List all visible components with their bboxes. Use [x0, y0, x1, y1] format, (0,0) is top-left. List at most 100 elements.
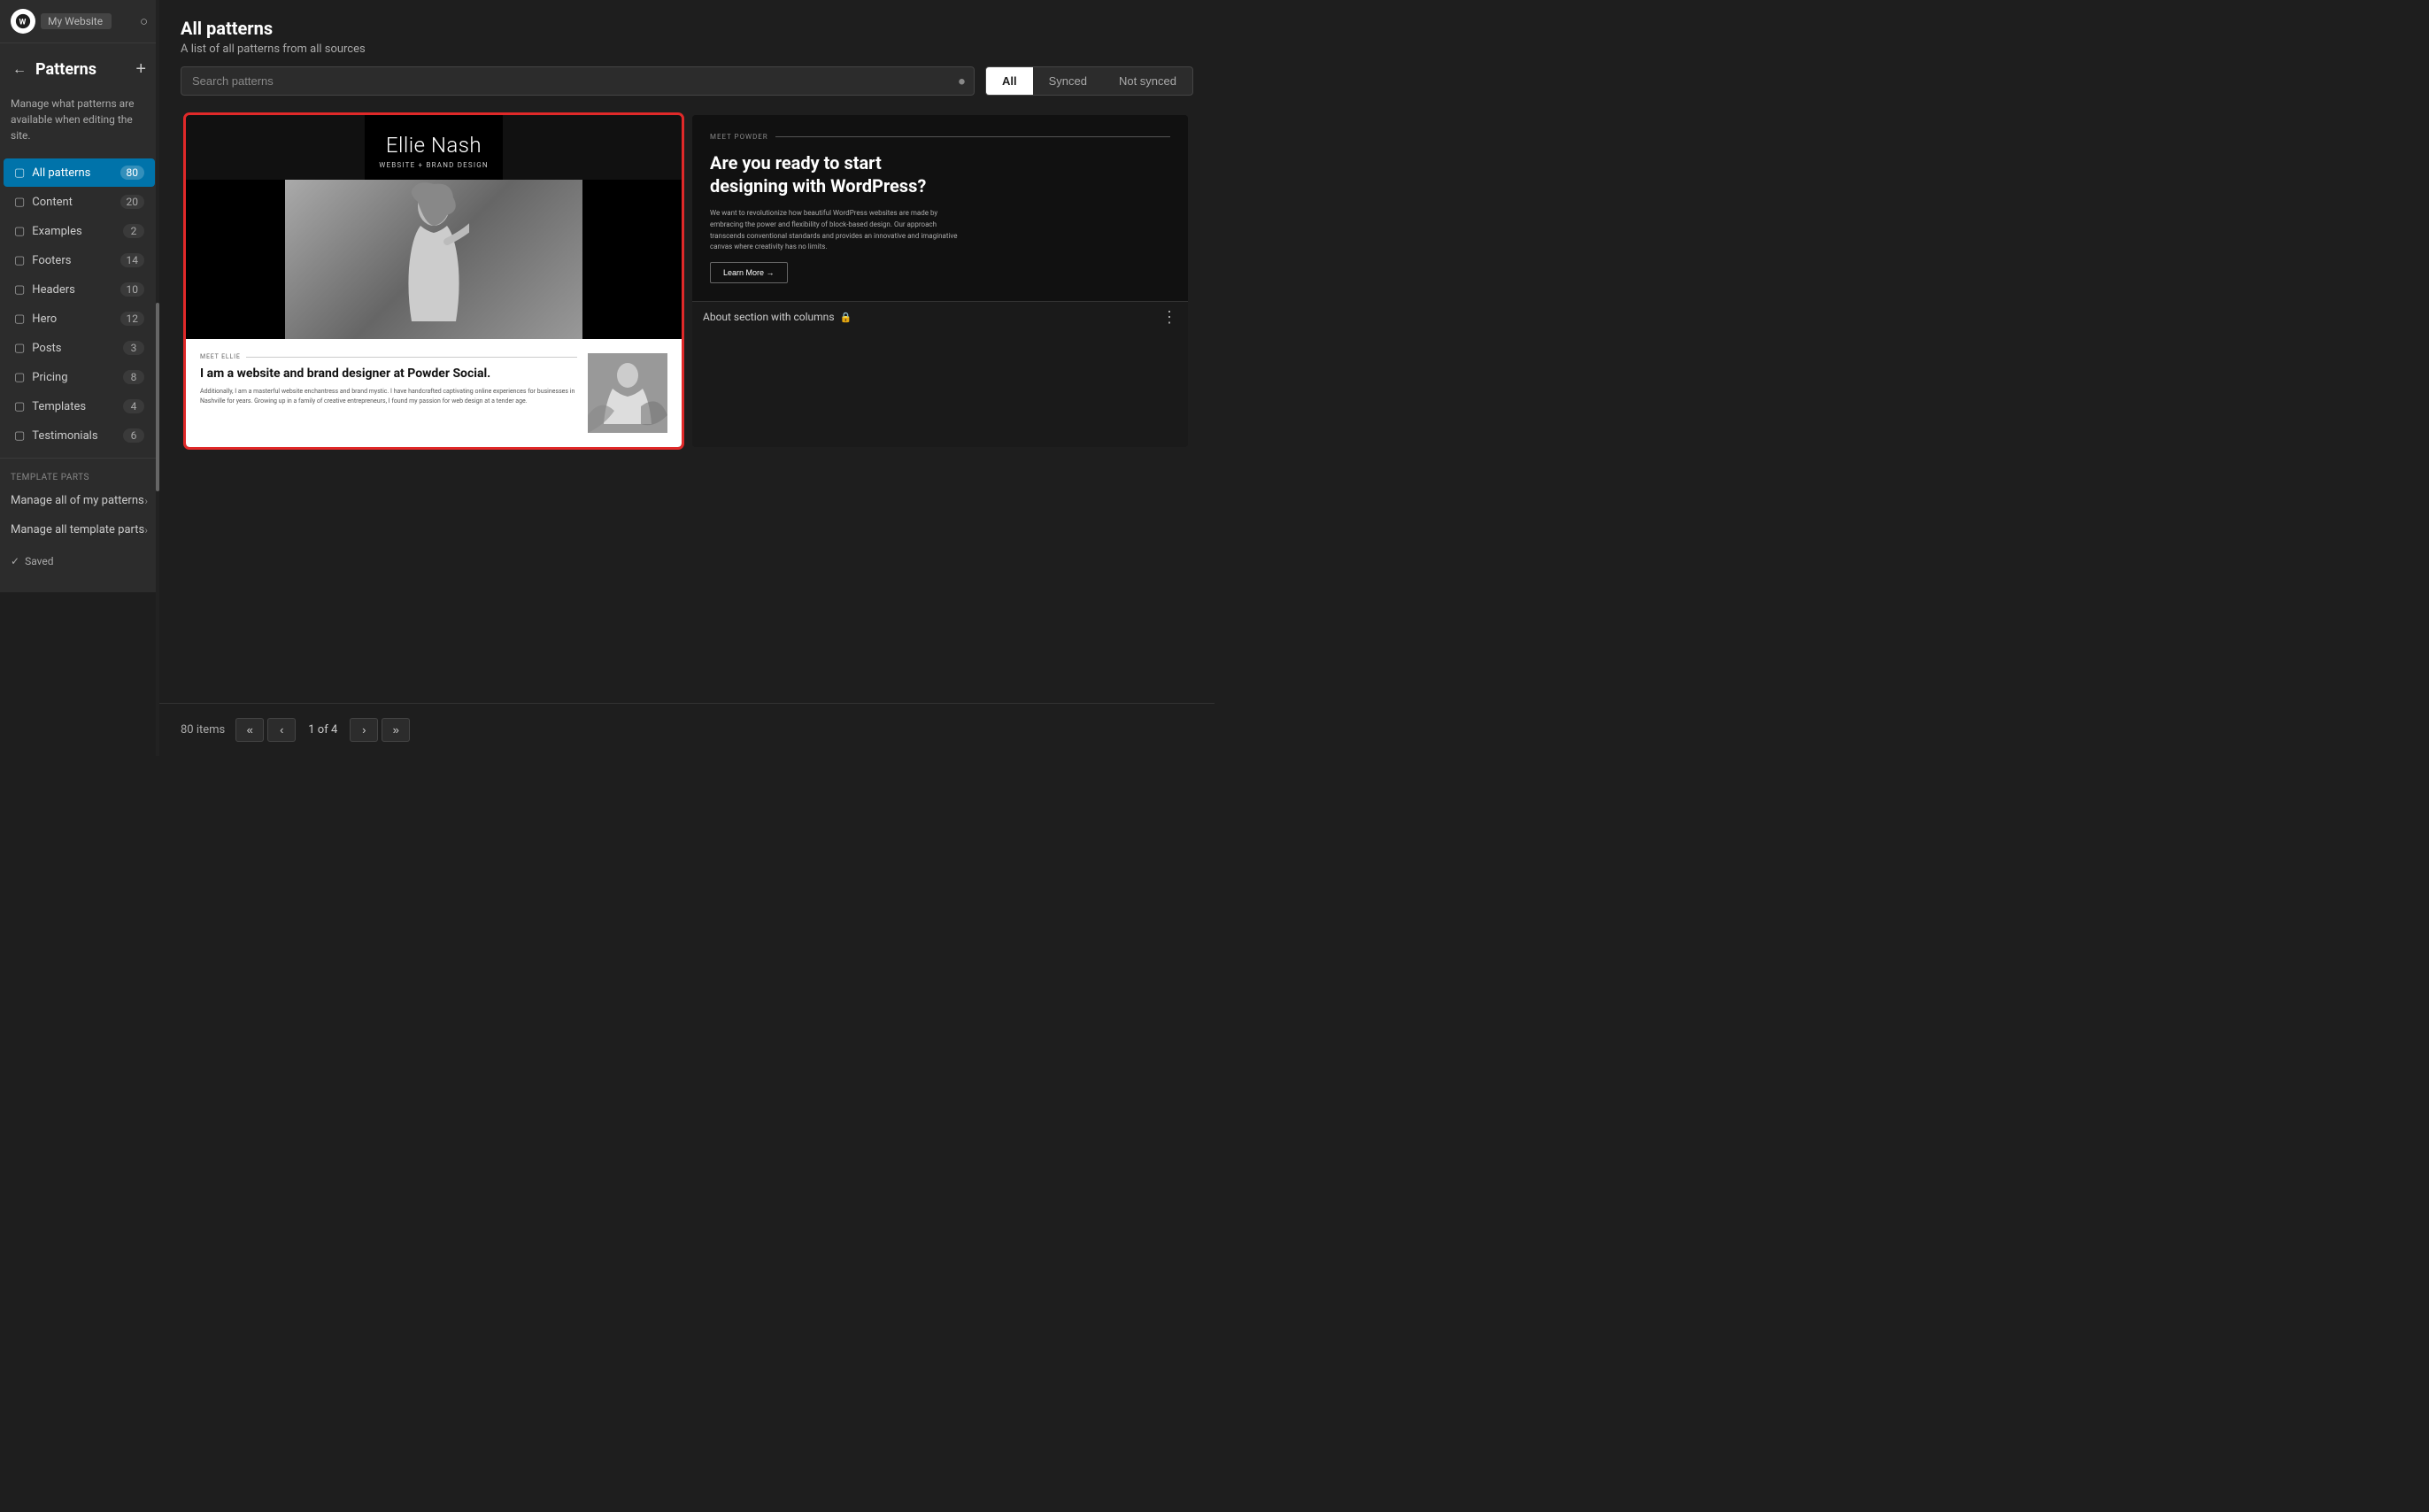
- page-subtitle: A list of all patterns from all sources: [181, 42, 1193, 56]
- about-para: We want to revolutionize how beautiful W…: [710, 208, 963, 253]
- sidebar-description: Manage what patterns are available when …: [0, 89, 158, 158]
- scroll-track: [156, 0, 159, 756]
- sidebar-label-footers: Footers: [32, 254, 71, 267]
- sidebar-count-hero: 12: [120, 312, 145, 326]
- ellie-nash-header: Ellie Nash WEBSITE + BRAND DESIGN: [365, 115, 503, 180]
- sidebar-item-all-patterns[interactable]: ▢ All patterns 80: [4, 158, 155, 187]
- sidebar-label-testimonials: Testimonials: [32, 429, 97, 443]
- sidebar-item-testimonials[interactable]: ▢ Testimonials 6: [4, 421, 155, 450]
- sidebar-item-footers[interactable]: ▢ Footers 14: [4, 246, 155, 274]
- sidebar-label-templates: Templates: [32, 400, 86, 413]
- sidebar-count-pricing: 8: [123, 370, 144, 384]
- items-count: 80 items: [181, 723, 225, 737]
- sidebar-nav: ▢ All patterns 80 ▢ Content 20 ▢ Example…: [0, 158, 158, 451]
- sidebar-count-all-patterns: 80: [120, 166, 145, 180]
- folder-icon-footers: ▢: [14, 254, 25, 267]
- search-wrap: ●: [181, 66, 975, 96]
- filter-bar: ● All Synced Not synced: [159, 66, 1214, 110]
- sidebar-label-all-patterns: All patterns: [32, 166, 90, 180]
- ellie-bottom-photo-area: [588, 353, 667, 433]
- prev-page-button[interactable]: ‹: [267, 718, 296, 742]
- about-section-title: About section with columns: [703, 311, 835, 323]
- topbar: All patterns A list of all patterns from…: [159, 0, 1214, 66]
- sidebar-title: Patterns: [35, 60, 96, 79]
- learn-more-button[interactable]: Learn More →: [710, 262, 788, 283]
- folder-icon-headers: ▢: [14, 283, 25, 297]
- saved-checkmark: ✓: [11, 555, 19, 567]
- sidebar-count-testimonials: 6: [123, 428, 144, 443]
- pattern-card-ellie-nash[interactable]: Ellie Nash WEBSITE + BRAND DESIGN: [186, 115, 682, 447]
- about-heading: Are you ready to start designing with Wo…: [710, 151, 963, 197]
- sidebar-item-content[interactable]: ▢ Content 20: [4, 188, 155, 216]
- sidebar-section-label: TEMPLATE PARTS: [0, 466, 158, 486]
- manage-template-parts-link[interactable]: Manage all template parts ›: [0, 515, 158, 544]
- sidebar-item-all-patterns-left: ▢ All patterns: [14, 166, 90, 180]
- filter-tabs: All Synced Not synced: [985, 66, 1193, 96]
- sidebar-search-button[interactable]: ○: [140, 14, 148, 29]
- ellie-nash-bottom-section: MEET ELLIE I am a website and brand desi…: [186, 339, 682, 447]
- chevron-right-icon-2: ›: [144, 524, 148, 536]
- pattern-card-about[interactable]: MEET POWDER Are you ready to start desig…: [692, 115, 1188, 447]
- ellie-nash-photo-wrap: [186, 180, 682, 339]
- sidebar-item-examples[interactable]: ▢ Examples 2: [4, 217, 155, 245]
- sidebar-item-headers[interactable]: ▢ Headers 10: [4, 275, 155, 304]
- filter-tab-synced[interactable]: Synced: [1033, 67, 1103, 95]
- patterns-grid: Ellie Nash WEBSITE + BRAND DESIGN: [159, 110, 1214, 703]
- search-input[interactable]: [181, 66, 975, 96]
- folder-icon-posts: ▢: [14, 342, 25, 355]
- sidebar-label-headers: Headers: [32, 283, 75, 297]
- page-title: All patterns: [181, 18, 1193, 39]
- sidebar-top-header: W My Website ○: [0, 0, 158, 43]
- ellie-bottom-photo: [588, 353, 667, 433]
- folder-icon-testimonials: ▢: [14, 429, 25, 443]
- site-name-area: W My Website: [11, 9, 140, 34]
- site-name: My Website: [41, 13, 112, 29]
- next-page-button[interactable]: ›: [350, 718, 378, 742]
- sidebar-item-pricing[interactable]: ▢ Pricing 8: [4, 363, 155, 391]
- add-pattern-button[interactable]: +: [134, 58, 148, 81]
- filter-tab-all[interactable]: All: [986, 67, 1033, 95]
- scroll-thumb[interactable]: [156, 303, 159, 492]
- about-body: We want to revolutionize how beautiful W…: [710, 208, 1170, 283]
- sidebar-item-templates[interactable]: ▢ Templates 4: [4, 392, 155, 420]
- meet-powder-label: MEET POWDER: [710, 133, 1170, 141]
- sidebar-label-hero: Hero: [32, 312, 57, 326]
- ellie-heading: I am a website and brand designer at Pow…: [200, 366, 577, 382]
- sidebar-item-hero[interactable]: ▢ Hero 12: [4, 305, 155, 333]
- filter-tab-not-synced[interactable]: Not synced: [1103, 67, 1192, 95]
- sidebar-header-left: ← Patterns: [11, 60, 96, 80]
- more-options-button[interactable]: ⋮: [1161, 309, 1177, 325]
- about-card-footer: About section with columns 🔒 ⋮: [692, 301, 1188, 332]
- search-icon-button[interactable]: ●: [958, 73, 966, 89]
- sidebar-label-content: Content: [32, 196, 73, 209]
- wp-logo: W: [11, 9, 35, 34]
- back-button[interactable]: ←: [11, 60, 28, 80]
- manage-patterns-label: Manage all of my patterns: [11, 494, 144, 507]
- sidebar-footer: ✓ Saved: [0, 544, 158, 578]
- last-page-button[interactable]: »: [382, 718, 410, 742]
- sidebar-count-headers: 10: [120, 282, 145, 297]
- manage-patterns-link[interactable]: Manage all of my patterns ›: [0, 486, 158, 515]
- lock-icon: 🔒: [840, 312, 852, 323]
- ellie-nash-preview: Ellie Nash WEBSITE + BRAND DESIGN: [186, 115, 682, 447]
- sidebar-item-posts[interactable]: ▢ Posts 3: [4, 334, 155, 362]
- sidebar-divider: [0, 458, 158, 459]
- folder-icon-content: ▢: [14, 196, 25, 209]
- sidebar-count-templates: 4: [123, 399, 144, 413]
- sidebar-count-footers: 14: [120, 253, 145, 267]
- meet-ellie-label: MEET ELLIE: [200, 353, 577, 360]
- about-preview: MEET POWDER Are you ready to start desig…: [692, 115, 1188, 301]
- folder-icon-all-patterns: ▢: [14, 166, 25, 180]
- pagination: 80 items « ‹ 1 of 4 › »: [159, 703, 1214, 756]
- ellie-nash-name: Ellie Nash: [379, 133, 489, 158]
- manage-template-parts-label: Manage all template parts: [11, 523, 144, 536]
- svg-text:W: W: [19, 19, 27, 27]
- photo-placeholder: [285, 180, 582, 339]
- sidebar: W My Website ○ ← Patterns + Manage what …: [0, 0, 159, 756]
- about-footer-label: About section with columns 🔒: [703, 311, 852, 323]
- chevron-right-icon: ›: [144, 495, 148, 507]
- about-text-col: We want to revolutionize how beautiful W…: [710, 208, 963, 283]
- folder-icon-templates: ▢: [14, 400, 25, 413]
- ellie-nash-tagline: WEBSITE + BRAND DESIGN: [379, 161, 489, 169]
- first-page-button[interactable]: «: [235, 718, 264, 742]
